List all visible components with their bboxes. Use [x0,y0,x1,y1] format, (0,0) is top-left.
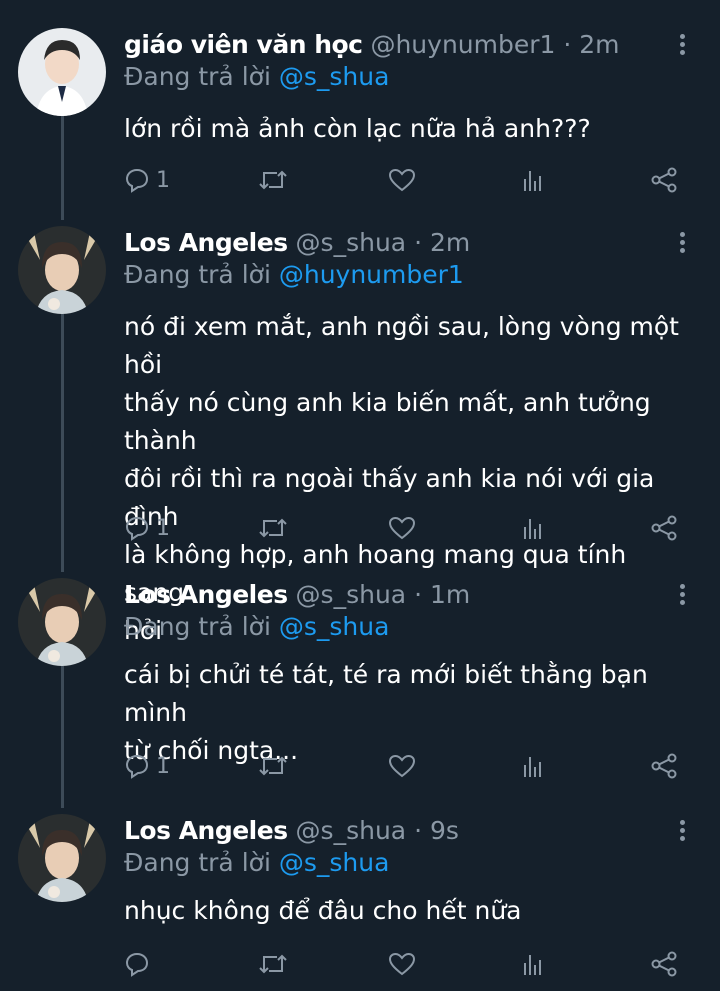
reply-button[interactable]: 1 [124,508,170,548]
tweet-text: nhục không để đâu cho hết nữa [124,896,522,925]
analytics-icon [524,757,541,777]
separator-dot: · [414,580,423,609]
user-handle[interactable]: @huynumber1 [370,30,555,59]
like-icon [388,952,416,976]
tweet[interactable]: Los Angeles @s_shua · 1m Đang trả lời @s… [0,578,720,788]
analytics-button[interactable] [520,160,546,200]
reply-count: 1 [156,753,170,779]
avatar[interactable] [18,814,106,902]
reply-button[interactable]: 1 [124,160,170,200]
tweet[interactable]: Los Angeles @s_shua · 9s Đang trả lời @s… [0,814,720,984]
analytics-button[interactable] [520,746,546,786]
replying-to-label: Đang trả lời [124,62,271,91]
tweet-header: Los Angeles @s_shua · 1m [124,578,660,612]
retweet-button[interactable] [258,944,288,984]
mention-link[interactable]: @huynumber1 [279,260,464,289]
timestamp[interactable]: 9s [430,816,459,845]
mention-link[interactable]: @s_shua [279,848,390,877]
replying-to: Đang trả lời @s_shua [124,846,389,880]
retweet-icon [259,170,287,190]
analytics-button[interactable] [520,508,546,548]
reply-count: 1 [156,515,170,541]
action-bar [124,944,684,984]
retweet-button[interactable] [258,508,288,548]
action-bar: 1 [124,160,684,200]
like-button[interactable] [388,746,416,786]
retweet-button[interactable] [258,160,288,200]
timestamp[interactable]: 2m [430,228,470,257]
share-icon [651,167,677,193]
reply-icon [125,516,149,541]
separator-dot: · [414,228,423,257]
replying-to: Đang trả lời @s_shua [124,610,389,644]
action-bar: 1 [124,746,684,786]
analytics-button[interactable] [520,944,546,984]
reply-button[interactable] [124,944,156,984]
retweet-icon [259,954,287,974]
replying-to: Đang trả lời @s_shua [124,60,389,94]
like-button[interactable] [388,944,416,984]
display-name[interactable]: Los Angeles [124,816,288,845]
avatar[interactable] [18,578,106,666]
mention-link[interactable]: @s_shua [279,612,390,641]
timestamp[interactable]: 1m [430,580,470,609]
share-icon [651,951,677,977]
more-icon[interactable] [672,818,692,844]
share-button[interactable] [650,944,678,984]
separator-dot: · [563,30,572,59]
like-button[interactable] [388,160,416,200]
share-icon [651,753,677,779]
user-handle[interactable]: @s_shua [296,816,407,845]
retweet-button[interactable] [258,746,288,786]
share-button[interactable] [650,508,678,548]
replying-to: Đang trả lời @huynumber1 [124,258,464,292]
like-button[interactable] [388,508,416,548]
tweet[interactable]: giáo viên văn học @huynumber1 · 2m Đang … [0,28,720,208]
share-button[interactable] [650,746,678,786]
more-icon[interactable] [672,582,692,608]
user-handle[interactable]: @s_shua [296,228,407,257]
analytics-icon [524,171,541,191]
action-bar: 1 [124,508,684,548]
replying-to-label: Đang trả lời [124,612,271,641]
timestamp[interactable]: 2m [579,30,619,59]
more-icon[interactable] [672,32,692,58]
like-icon [388,168,416,192]
user-handle[interactable]: @s_shua [296,580,407,609]
display-name[interactable]: giáo viên văn học [124,30,363,59]
tweet-header: Los Angeles @s_shua · 2m [124,226,660,260]
tweet-header: Los Angeles @s_shua · 9s [124,814,660,848]
analytics-icon [524,519,541,539]
reply-thread: giáo viên văn học @huynumber1 · 2m Đang … [0,0,720,991]
share-icon [651,515,677,541]
analytics-icon [524,955,541,975]
replying-to-label: Đang trả lời [124,848,271,877]
replying-to-label: Đang trả lời [124,260,271,289]
tweet[interactable]: Los Angeles @s_shua · 2m Đang trả lời @h… [0,226,720,645]
reply-icon [125,952,149,977]
tweet-text: lớn rồi mà ảnh còn lạc nữa hả anh??? [124,114,591,143]
avatar[interactable] [18,28,106,116]
more-icon[interactable] [672,230,692,256]
retweet-icon [259,756,287,776]
like-icon [388,516,416,540]
tweet-header: giáo viên văn học @huynumber1 · 2m [124,28,660,62]
reply-count: 1 [156,167,170,193]
reply-icon [125,754,149,779]
retweet-icon [259,518,287,538]
like-icon [388,754,416,778]
display-name[interactable]: Los Angeles [124,580,288,609]
mention-link[interactable]: @s_shua [279,62,390,91]
display-name[interactable]: Los Angeles [124,228,288,257]
share-button[interactable] [650,160,678,200]
separator-dot: · [414,816,423,845]
reply-icon [125,168,149,193]
avatar[interactable] [18,226,106,314]
reply-button[interactable]: 1 [124,746,170,786]
